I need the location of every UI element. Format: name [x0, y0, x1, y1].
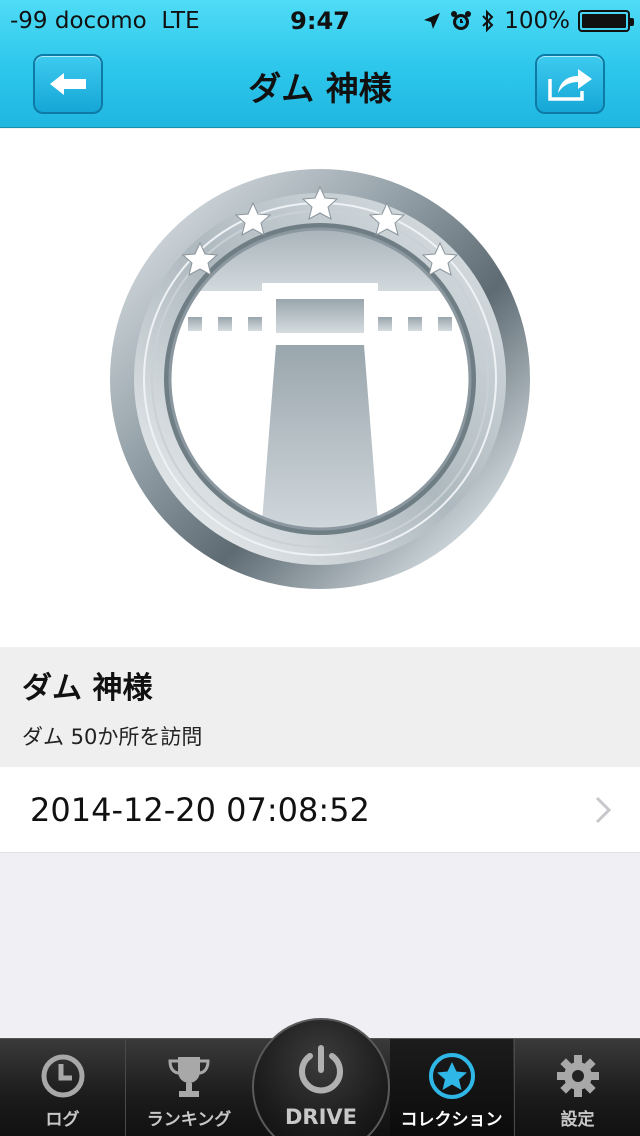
gear-icon — [556, 1055, 599, 1097]
tab-collection-label: コレクション — [400, 1110, 503, 1130]
status-right: 100% — [422, 8, 634, 34]
star-circle-icon — [428, 1053, 475, 1099]
dam-badge-icon — [110, 169, 530, 589]
trophy-icon — [168, 1057, 210, 1097]
tab-log-label: ログ — [45, 1110, 80, 1130]
share-button[interactable] — [535, 54, 605, 114]
badge-info-section: ダム 神様 ダム 50か所を訪問 — [0, 647, 640, 767]
tab-ranking-label: ランキング — [146, 1110, 232, 1130]
share-arrow-icon — [548, 69, 592, 101]
tab-drive-label: DRIVE — [284, 1105, 357, 1129]
badge-description: ダム 50か所を訪問 — [22, 725, 203, 749]
tab-settings[interactable]: 設定 — [515, 1039, 640, 1136]
status-bar: -99 docomo LTE 9:47 100% — [0, 0, 640, 40]
battery-percent: 100% — [504, 8, 570, 34]
history-row[interactable]: 2014-12-20 07:08:52 — [0, 767, 640, 853]
chevron-right-icon — [595, 796, 612, 824]
tab-log[interactable]: ログ — [0, 1039, 125, 1136]
tab-ranking[interactable]: ランキング — [126, 1039, 252, 1136]
history-datetime: 2014-12-20 07:08:52 — [30, 791, 370, 829]
location-icon — [424, 13, 441, 29]
badge-name: ダム 神様 — [22, 671, 153, 706]
tab-settings-label: 設定 — [560, 1110, 595, 1130]
battery-icon — [578, 10, 634, 32]
clock-icon — [41, 1054, 84, 1098]
tab-collection[interactable]: コレクション — [390, 1039, 513, 1136]
tab-drive[interactable]: DRIVE — [252, 1038, 390, 1136]
badge-area — [0, 129, 640, 647]
power-icon — [299, 1045, 343, 1094]
navigation-bar: -99 docomo LTE 9:47 100% ダム 神様 — [0, 0, 640, 128]
alarm-icon — [451, 11, 472, 30]
bluetooth-icon — [482, 9, 494, 33]
